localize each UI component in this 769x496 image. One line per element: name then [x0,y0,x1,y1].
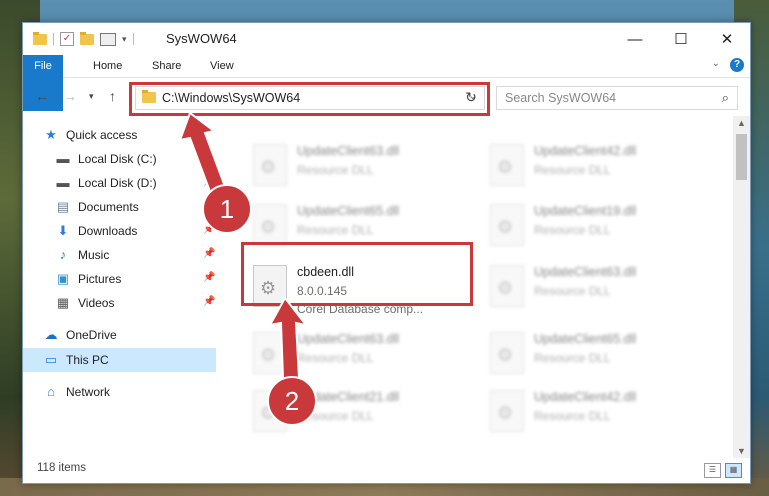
arrow-2-to-file [268,296,309,379]
step-2-badge: 2 [267,376,317,426]
annotation-arrows [178,111,309,379]
step-1-badge: 1 [202,184,252,234]
